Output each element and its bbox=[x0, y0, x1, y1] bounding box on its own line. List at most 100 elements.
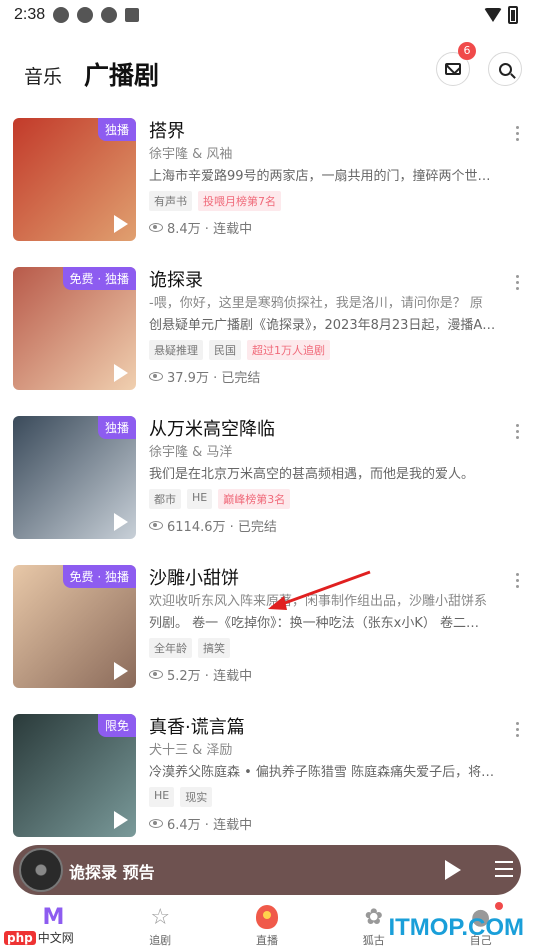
drama-item[interactable]: 独播 搭界 徐宇隆 & 风袖 上海市辛爱路99号的两家店，一扇共用的门，撞碎两个… bbox=[0, 118, 534, 267]
tag-chip[interactable]: 悬疑推理 bbox=[149, 340, 203, 360]
watermark-itmop: ITMOP.COM bbox=[388, 914, 524, 941]
item-subtitle: 欢迎收听东风入阵来原著，闲事制作组出品，沙雕小甜饼系 bbox=[149, 594, 488, 609]
tag-chip[interactable]: 超过1万人追剧 bbox=[247, 340, 330, 360]
item-description: 上海市辛爱路99号的两家店，一扇共用的门，撞碎两个世… bbox=[149, 169, 491, 184]
more-icon[interactable] bbox=[516, 573, 520, 591]
item-tags: HE 现实 bbox=[149, 787, 511, 807]
cover-image[interactable]: 独播 bbox=[13, 118, 136, 241]
item-subtitle: -喂，你好，这里是寒鸦侦探社，我是洛川，请问你是？ 原 bbox=[149, 296, 483, 311]
player-title: 诡探录 预告 bbox=[69, 863, 155, 882]
tab-live[interactable]: 直播 bbox=[214, 900, 321, 950]
item-info: 从万米高空降临 徐宇隆 & 马洋 我们是在北京万米高空的甚高频相遇，而他是我的爱… bbox=[149, 418, 511, 535]
cover-image[interactable]: 免费 · 独播 bbox=[13, 267, 136, 390]
watermark-tag: php bbox=[4, 931, 36, 945]
tag-chip[interactable]: 搞笑 bbox=[198, 638, 230, 658]
play-icon[interactable] bbox=[114, 513, 128, 531]
drama-item[interactable]: 免费 · 独播 诡探录 -喂，你好，这里是寒鸦侦探社，我是洛川，请问你是？ 原 … bbox=[0, 267, 534, 416]
cover-badge: 限免 bbox=[97, 714, 136, 737]
app-icon bbox=[101, 7, 118, 23]
item-meta: 6114.6万 · 已完结 bbox=[149, 516, 511, 535]
item-title[interactable]: 真香·谎言篇 bbox=[149, 716, 511, 740]
play-icon[interactable] bbox=[114, 662, 128, 680]
item-tags: 悬疑推理 民国 超过1万人追剧 bbox=[149, 340, 511, 360]
item-description: 我们是在北京万米高空的甚高频相遇，而他是我的爱人。 bbox=[149, 467, 475, 482]
cover-badge: 免费 · 独播 bbox=[62, 267, 136, 290]
cover-image[interactable]: 限免 bbox=[13, 714, 136, 837]
tab-label: 追剧 bbox=[149, 934, 172, 947]
mini-player[interactable]: 诡探录 预告 bbox=[13, 845, 521, 895]
play-icon[interactable] bbox=[114, 215, 128, 233]
m-logo-icon: M bbox=[42, 904, 65, 930]
tag-chip[interactable]: 有声书 bbox=[149, 191, 192, 211]
app-icon bbox=[77, 7, 94, 23]
item-subtitle: 徐宇隆 & 风袖 bbox=[149, 147, 233, 162]
item-tags: 都市 HE 巅峰榜第3名 bbox=[149, 489, 511, 509]
tag-chip[interactable]: HE bbox=[149, 787, 175, 807]
tag-chip[interactable]: HE bbox=[187, 489, 213, 509]
item-title[interactable]: 搭界 bbox=[149, 120, 511, 144]
tab-label: 狐古 bbox=[362, 934, 385, 947]
tab-drama[interactable]: 广播剧 bbox=[84, 56, 159, 92]
tab-music[interactable]: 音乐 bbox=[24, 62, 62, 89]
drama-item[interactable]: 独播 从万米高空降临 徐宇隆 & 马洋 我们是在北京万米高空的甚高频相遇，而他是… bbox=[0, 416, 534, 565]
playlist-icon[interactable] bbox=[495, 861, 513, 879]
item-meta: 37.9万 · 已完结 bbox=[149, 367, 511, 386]
drama-list: 独播 搭界 徐宇隆 & 风袖 上海市辛爱路99号的两家店，一扇共用的门，撞碎两个… bbox=[0, 118, 534, 863]
play-icon[interactable] bbox=[445, 860, 461, 880]
item-views: 6.4万 · 连载中 bbox=[167, 818, 253, 833]
item-subtitle: 徐宇隆 & 马洋 bbox=[149, 445, 233, 460]
item-subtitle: 犬十三 & 泽励 bbox=[149, 743, 233, 758]
tag-chip[interactable]: 全年龄 bbox=[149, 638, 192, 658]
more-icon[interactable] bbox=[516, 126, 520, 144]
item-views: 8.4万 · 连载中 bbox=[167, 222, 253, 237]
item-views: 6114.6万 · 已完结 bbox=[167, 520, 277, 535]
cover-image[interactable]: 独播 bbox=[13, 416, 136, 539]
status-bar: 2:38 bbox=[0, 0, 534, 30]
tag-chip[interactable]: 巅峰榜第3名 bbox=[218, 489, 291, 509]
mail-badge: 6 bbox=[458, 42, 476, 60]
item-meta: 6.4万 · 连载中 bbox=[149, 814, 511, 833]
item-views: 37.9万 · 已完结 bbox=[167, 371, 261, 386]
item-views: 5.2万 · 连载中 bbox=[167, 669, 253, 684]
app-icon bbox=[125, 8, 140, 22]
notification-icon bbox=[53, 7, 70, 23]
fox-icon: ✿ bbox=[364, 904, 383, 930]
play-icon[interactable] bbox=[114, 364, 128, 382]
more-icon[interactable] bbox=[516, 722, 520, 740]
item-tags: 有声书 投喂月榜第7名 bbox=[149, 191, 511, 211]
more-icon[interactable] bbox=[516, 424, 520, 442]
cover-image[interactable]: 免费 · 独播 bbox=[13, 565, 136, 688]
tag-chip[interactable]: 民国 bbox=[209, 340, 241, 360]
item-info: 沙雕小甜饼 欢迎收听东风入阵来原著，闲事制作组出品，沙雕小甜饼系 列剧。 卷一《… bbox=[149, 567, 511, 684]
play-icon[interactable] bbox=[114, 811, 128, 829]
watermark-text: 中文网 bbox=[37, 931, 74, 945]
drama-item[interactable]: 限免 真香·谎言篇 犬十三 & 泽励 冷漠养父陈庭森 • 偏执养子陈猎雪 陈庭森… bbox=[0, 714, 534, 863]
eye-icon bbox=[149, 372, 163, 381]
eye-icon bbox=[149, 670, 163, 679]
tag-chip[interactable]: 都市 bbox=[149, 489, 181, 509]
tag-chip[interactable]: 现实 bbox=[180, 787, 213, 807]
eye-icon bbox=[149, 521, 163, 530]
battery-icon bbox=[508, 6, 518, 24]
item-info: 搭界 徐宇隆 & 风袖 上海市辛爱路99号的两家店，一扇共用的门，撞碎两个世… … bbox=[149, 120, 511, 237]
live-icon bbox=[254, 904, 280, 930]
item-title[interactable]: 从万米高空降临 bbox=[149, 418, 511, 442]
status-time: 2:38 bbox=[14, 6, 46, 23]
tab-label: 直播 bbox=[255, 934, 278, 947]
drama-item[interactable]: 免费 · 独播 沙雕小甜饼 欢迎收听东风入阵来原著，闲事制作组出品，沙雕小甜饼系… bbox=[0, 565, 534, 714]
mail-icon bbox=[445, 63, 461, 75]
more-icon[interactable] bbox=[516, 275, 520, 293]
item-info: 诡探录 -喂，你好，这里是寒鸦侦探社，我是洛川，请问你是？ 原 创悬疑单元广播剧… bbox=[149, 269, 511, 386]
item-description: 列剧。 卷一《吃掉你》：换一种吃法（张东x小K） 卷二… bbox=[149, 616, 479, 631]
wifi-icon bbox=[484, 8, 502, 22]
eye-icon bbox=[149, 819, 163, 828]
disc-icon[interactable] bbox=[19, 848, 63, 892]
search-button[interactable] bbox=[488, 52, 522, 86]
tag-chip[interactable]: 投喂月榜第7名 bbox=[198, 191, 281, 211]
tab-follow[interactable]: ☆ 追剧 bbox=[107, 900, 214, 950]
cover-badge: 独播 bbox=[97, 416, 136, 439]
item-title[interactable]: 沙雕小甜饼 bbox=[149, 567, 511, 591]
item-title[interactable]: 诡探录 bbox=[149, 269, 511, 293]
cover-badge: 免费 · 独播 bbox=[62, 565, 136, 588]
watermark-php: php 中文网 bbox=[4, 929, 74, 946]
